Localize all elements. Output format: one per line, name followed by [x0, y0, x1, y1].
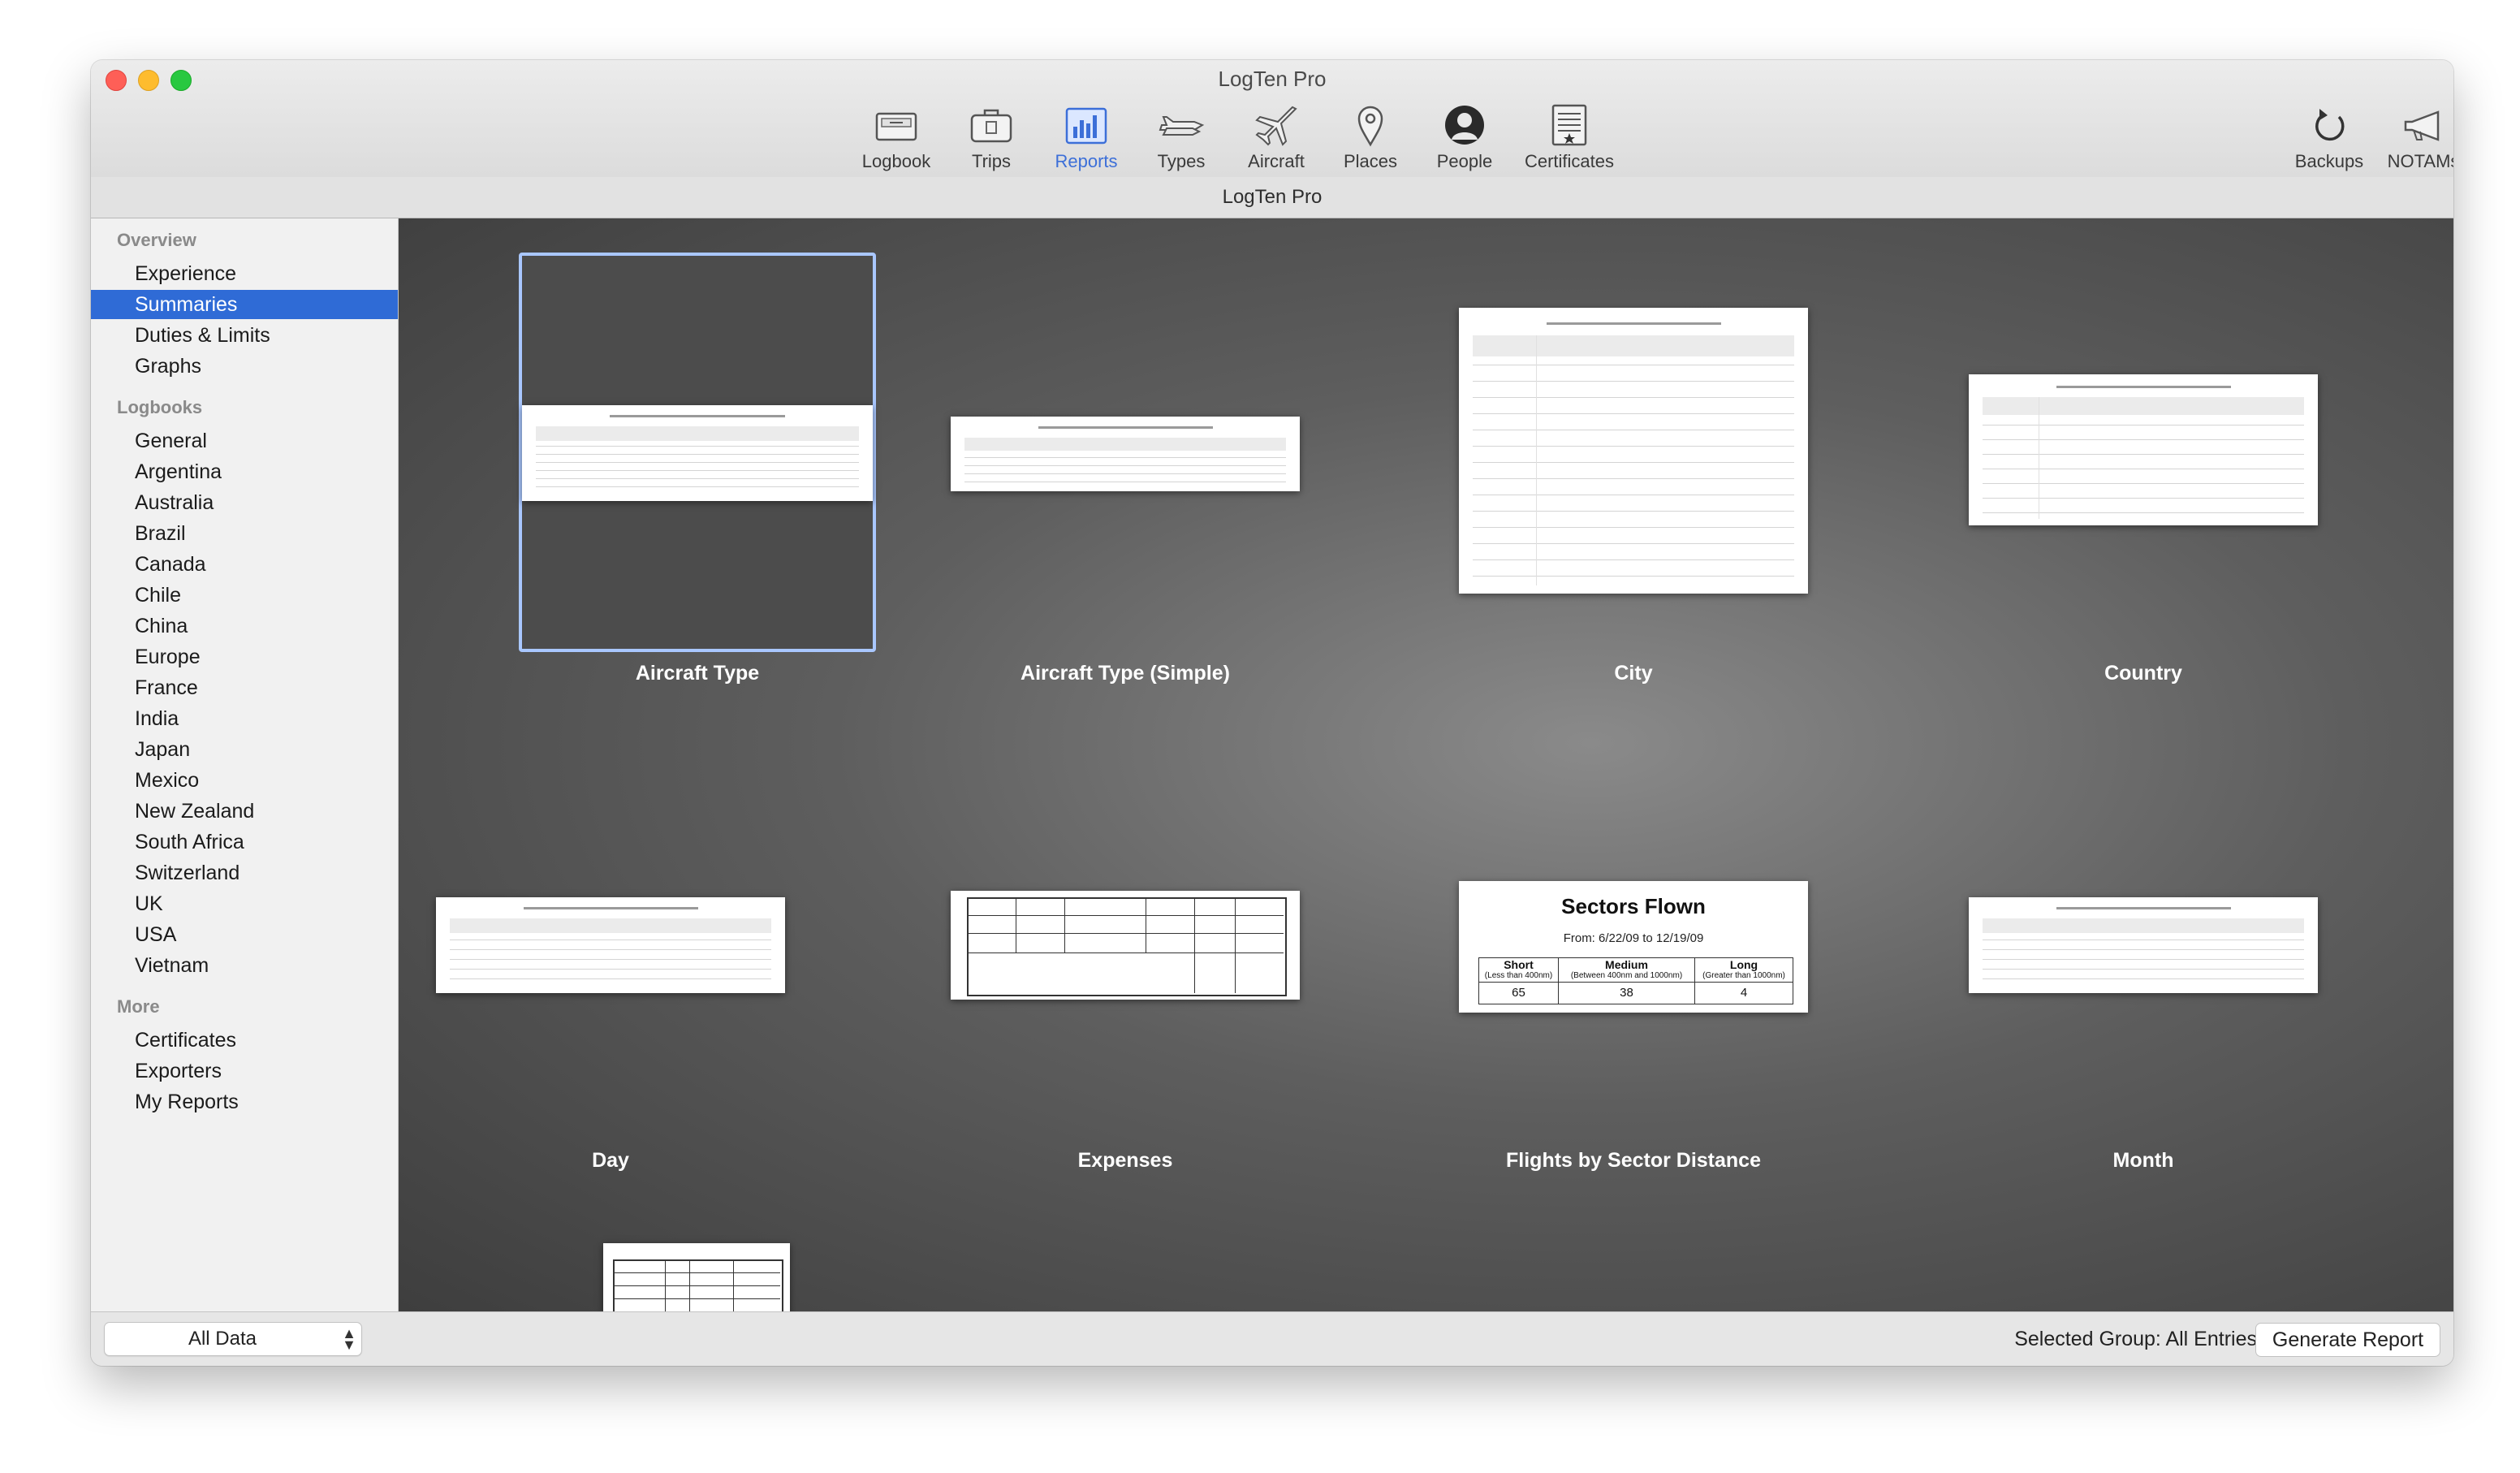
toolbar: LogTen Pro Logbook Trips Reports Types A…	[91, 60, 2453, 178]
section-more: More	[117, 996, 160, 1017]
sidebar-item-graphs[interactable]: Graphs	[91, 352, 398, 381]
data-filter-value: All Data	[188, 1328, 257, 1350]
trips-icon	[970, 109, 1012, 143]
selected-group-label: Selected Group: All Entries	[2014, 1328, 2257, 1350]
sectors-flown-table: Short (Less than 400nm) Medium (Between 40…	[1478, 957, 1793, 1004]
report-card-month[interactable]	[1969, 897, 2318, 993]
sidebar-item-europe[interactable]: Europe	[91, 642, 398, 672]
sectors-col-short: Short	[1504, 958, 1534, 971]
sidebar-item-india[interactable]: India	[91, 704, 398, 733]
report-card-sectors-flown[interactable]: Sectors Flown From: 6/22/09 to 12/19/09 …	[1459, 881, 1808, 1013]
bottom-bar: All Data ▲ ▼ Selected Group: All Entries …	[91, 1311, 2453, 1366]
sectors-value-medium: 38	[1559, 983, 1695, 1004]
report-label-country[interactable]: Country	[1957, 662, 2330, 685]
sidebar-item-brazil[interactable]: Brazil	[91, 519, 398, 548]
sidebar-item-uk[interactable]: UK	[91, 889, 398, 918]
sidebar-item-vietnam[interactable]: Vietnam	[91, 951, 398, 980]
sidebar-item-france[interactable]: France	[91, 673, 398, 702]
sidebar: Overview Experience Summaries Duties & L…	[91, 218, 399, 1311]
reports-icon	[1065, 107, 1107, 145]
report-card-aircraft-type[interactable]	[519, 253, 876, 652]
section-overview: Overview	[117, 230, 196, 250]
sidebar-item-argentina[interactable]: Argentina	[91, 457, 398, 486]
backups-icon	[2315, 109, 2345, 141]
sectors-col-long: Long	[1729, 958, 1758, 971]
notams-icon	[2404, 110, 2440, 141]
toolbar-places[interactable]: Places	[1322, 102, 1419, 172]
sidebar-item-summaries[interactable]: Summaries	[91, 290, 398, 319]
sidebar-item-new-zealand[interactable]: New Zealand	[91, 797, 398, 826]
toolbar-reports[interactable]: Reports	[1038, 102, 1135, 172]
toolbar-backups[interactable]: Backups	[2281, 102, 2378, 172]
sidebar-item-mexico[interactable]: Mexico	[91, 766, 398, 795]
toolbar-certificates[interactable]: Certificates	[1517, 102, 1622, 172]
report-label-day[interactable]: Day	[424, 1149, 797, 1173]
toolbar-logbook[interactable]: Logbook	[848, 102, 945, 172]
chevron-updown-icon: ▲ ▼	[342, 1325, 356, 1353]
types-icon	[1159, 116, 1205, 136]
report-card-expenses[interactable]	[951, 891, 1300, 1000]
sidebar-item-duties-limits[interactable]: Duties & Limits	[91, 321, 398, 350]
sidebar-item-japan[interactable]: Japan	[91, 735, 398, 764]
report-label-flights-by-sector-distance[interactable]: Flights by Sector Distance	[1447, 1149, 1820, 1173]
sidebar-item-china[interactable]: China	[91, 611, 398, 641]
subtitle-bar: LogTen Pro	[91, 177, 2453, 218]
sidebar-item-my-reports[interactable]: My Reports	[91, 1087, 398, 1117]
report-gallery: Aircraft Type Aircraft Type (Simple) Cit…	[399, 218, 2453, 1311]
sidebar-item-certificates[interactable]: Certificates	[91, 1026, 398, 1055]
sidebar-item-switzerland[interactable]: Switzerland	[91, 858, 398, 888]
section-logbooks: Logbooks	[117, 397, 203, 417]
report-label-month[interactable]: Month	[1957, 1149, 2330, 1173]
sidebar-item-canada[interactable]: Canada	[91, 550, 398, 579]
aircraft-icon	[1255, 106, 1297, 146]
toolbar-aircraft[interactable]: Aircraft	[1228, 102, 1325, 172]
report-card-country[interactable]	[1969, 374, 2318, 525]
report-label-aircraft-type-simple[interactable]: Aircraft Type (Simple)	[939, 662, 1312, 685]
report-label-city[interactable]: City	[1447, 662, 1820, 685]
report-card-city[interactable]	[1459, 308, 1808, 594]
sidebar-item-experience[interactable]: Experience	[91, 259, 398, 288]
certificates-icon	[1551, 104, 1587, 146]
sectors-value-long: 4	[1740, 986, 1748, 1000]
data-filter-popup[interactable]: All Data ▲ ▼	[104, 1322, 362, 1356]
sectors-value-short: 65	[1479, 983, 1559, 1004]
toolbar-trips[interactable]: Trips	[943, 102, 1040, 172]
report-thumbnail	[522, 405, 873, 501]
report-card-day[interactable]	[436, 897, 785, 993]
sidebar-item-south-africa[interactable]: South Africa	[91, 827, 398, 857]
people-icon	[1445, 106, 1484, 145]
toolbar-people[interactable]: People	[1416, 102, 1513, 172]
app-window: LogTen Pro Logbook Trips Reports Types A…	[91, 60, 2453, 1366]
sectors-flown-range: From: 6/22/09 to 12/19/09	[1563, 931, 1704, 945]
sidebar-item-exporters[interactable]: Exporters	[91, 1056, 398, 1086]
sidebar-item-australia[interactable]: Australia	[91, 488, 398, 517]
report-label-aircraft-type[interactable]: Aircraft Type	[511, 662, 884, 685]
sidebar-item-usa[interactable]: USA	[91, 920, 398, 949]
window-title: LogTen Pro	[1218, 67, 1327, 91]
sectors-col-medium: Medium	[1605, 958, 1648, 971]
report-card-aircraft-type-simple[interactable]	[951, 417, 1300, 491]
toolbar-types[interactable]: Types	[1133, 102, 1230, 172]
report-label-expenses[interactable]: Expenses	[939, 1149, 1312, 1173]
report-card-partial[interactable]	[603, 1243, 790, 1311]
logbook-icon	[875, 112, 917, 141]
sidebar-item-chile[interactable]: Chile	[91, 581, 398, 610]
sidebar-item-general[interactable]: General	[91, 426, 398, 456]
places-icon	[1357, 106, 1383, 147]
generate-report-button[interactable]: Generate Report	[2255, 1323, 2440, 1357]
toolbar-notams[interactable]: NOTAMs	[2375, 102, 2453, 172]
sectors-flown-title: Sectors Flown	[1561, 894, 1706, 918]
